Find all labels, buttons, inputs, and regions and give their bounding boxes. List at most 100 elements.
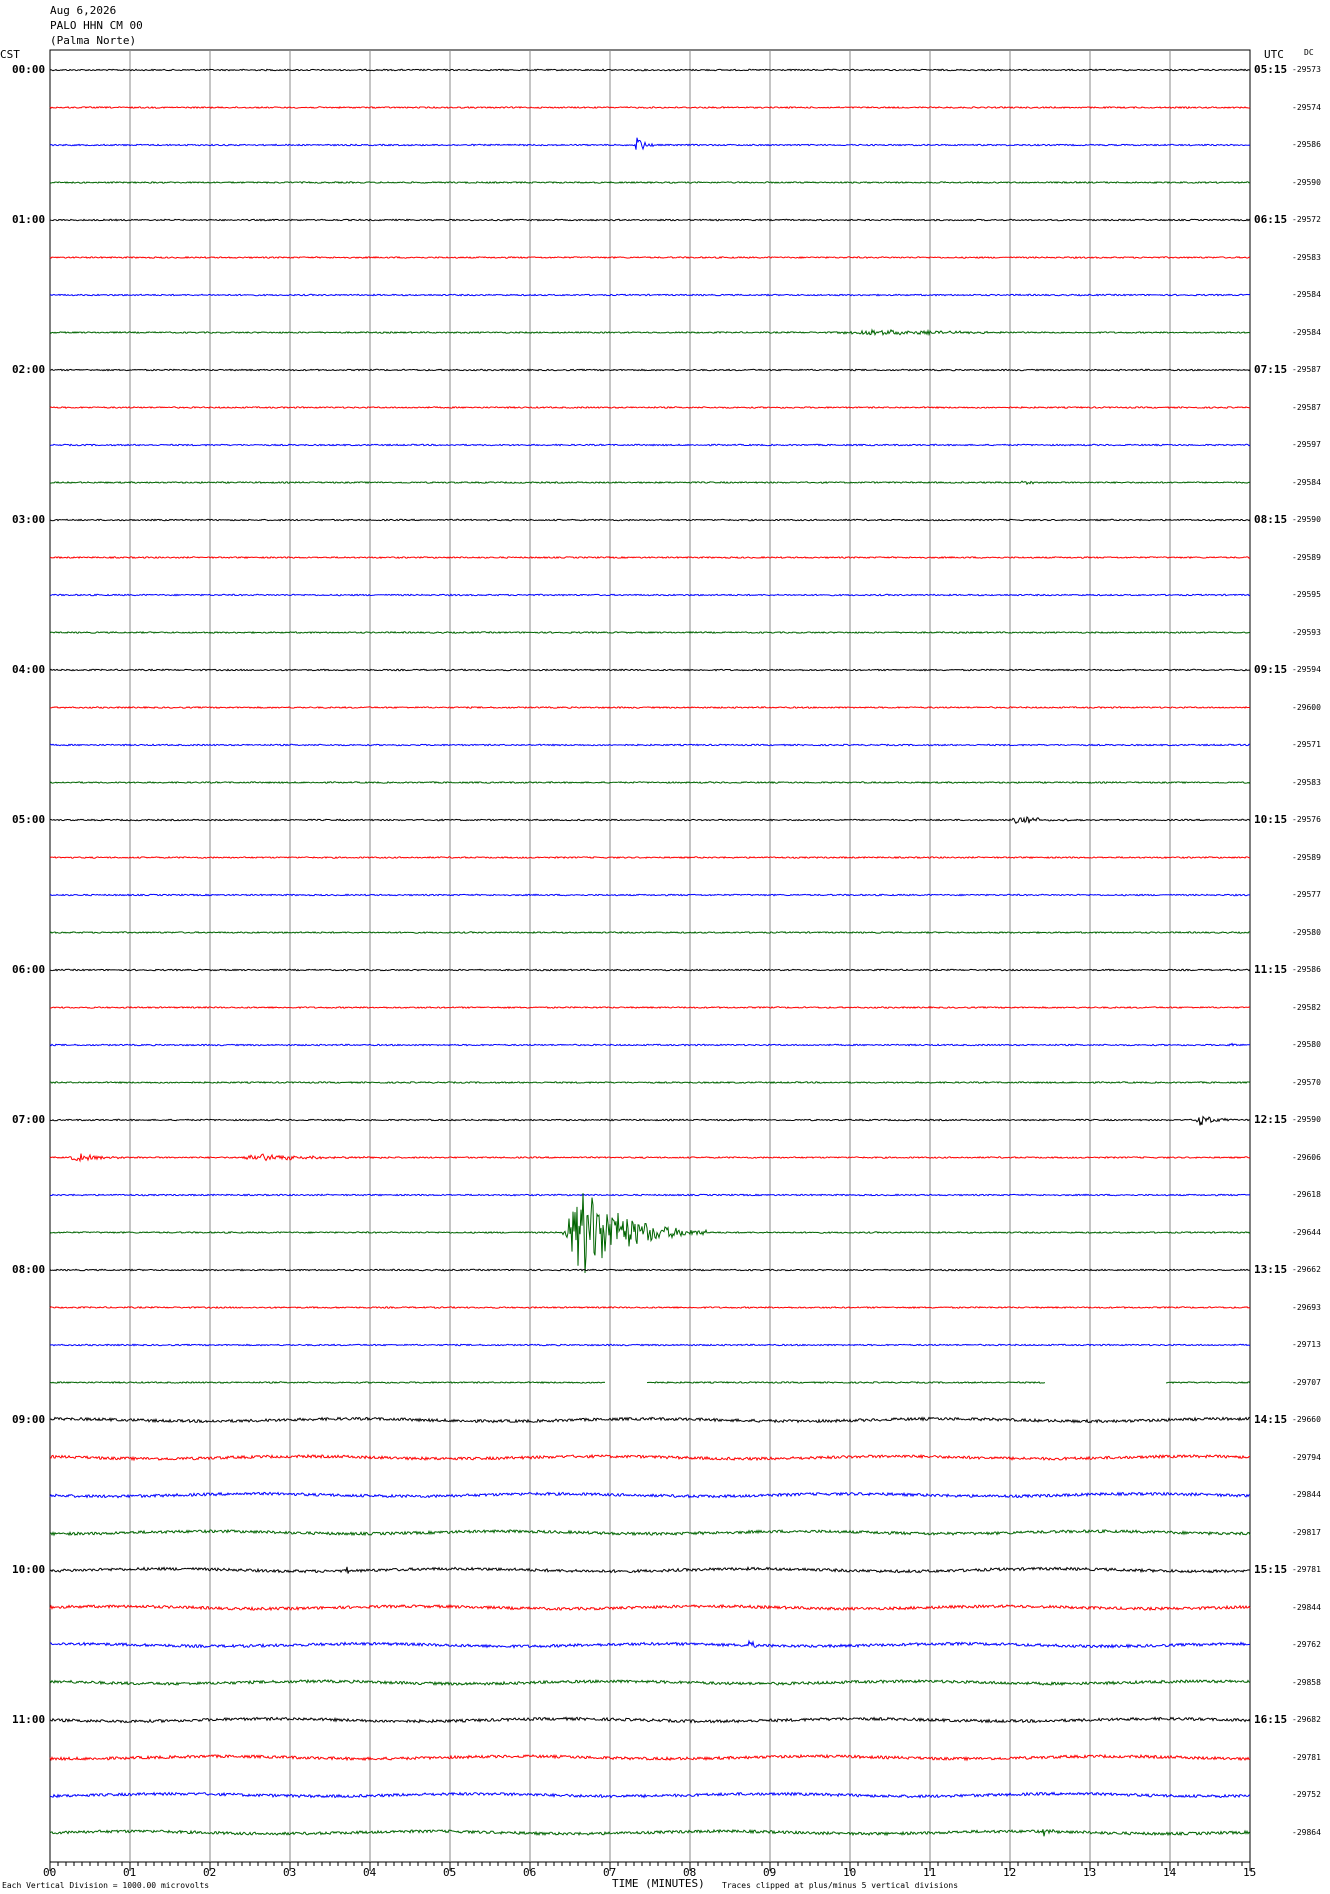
trace-line — [49, 1491, 1251, 1499]
right-hour-label: 14:15 — [1254, 1413, 1288, 1426]
right-hour-label: 10:15 — [1254, 813, 1288, 826]
helicorder-plot — [49, 49, 1251, 1871]
dc-offset-label: -29572 — [1292, 215, 1321, 224]
dc-offset-label: -29752 — [1292, 1790, 1321, 1799]
trace-line — [49, 930, 1251, 934]
dc-offset-label: -29864 — [1292, 1827, 1321, 1837]
dc-offset-label: -29577 — [1292, 890, 1321, 899]
dc-offset-label: -29693 — [1292, 1302, 1321, 1312]
right-hour-label: 13:15 — [1254, 1263, 1288, 1276]
dc-offset-label: -29594 — [1292, 665, 1321, 674]
trace-line — [49, 106, 1251, 109]
right-hour-label: 12:15 — [1254, 1113, 1288, 1126]
dc-offset-label: -29606 — [1292, 1152, 1321, 1162]
dc-offset-label: -29662 — [1292, 1265, 1321, 1274]
dc-offset-label: -29682 — [1292, 1715, 1321, 1724]
x-tick-label: 14 — [1163, 1866, 1177, 1879]
x-tick-label: 00 — [43, 1866, 57, 1879]
dc-offset-label: -29586 — [1292, 140, 1321, 149]
left-hour-label: 01:00 — [12, 213, 46, 226]
dc-offset-label: -29781 — [1292, 1752, 1321, 1762]
left-hour-label: 02:00 — [12, 363, 46, 376]
plot-frame — [49, 49, 1251, 1863]
x-tick-label: 13 — [1083, 1866, 1097, 1879]
trace-line — [49, 443, 1251, 447]
dc-offset-label: -29593 — [1292, 627, 1321, 637]
x-tick-label: 15 — [1243, 1866, 1257, 1879]
scale-note: Each Vertical Division = 1000.00 microvo… — [2, 1881, 210, 1890]
dc-offset-label: -29590 — [1292, 1115, 1321, 1124]
trace-line — [49, 405, 1251, 410]
dc-offset-label: -29644 — [1292, 1227, 1321, 1237]
trace-line — [49, 1753, 1251, 1762]
trace-line — [49, 1268, 1251, 1272]
left-hour-label: 00:00 — [12, 63, 46, 76]
trace-line — [49, 1639, 1251, 1649]
x-tick-label: 11 — [923, 1866, 937, 1879]
trace-line — [49, 1603, 1251, 1612]
trace-line — [49, 1153, 1251, 1163]
dc-offset-label: -29590 — [1292, 515, 1321, 524]
dc-offset-label: -29597 — [1292, 440, 1321, 449]
dc-offset-label: -29580 — [1292, 927, 1321, 937]
trace-line — [49, 68, 1251, 72]
trace-line — [49, 255, 1251, 260]
dc-offset-label: -29707 — [1292, 1377, 1321, 1387]
trace-line — [49, 1193, 1251, 1274]
trace-line — [49, 1416, 1251, 1424]
trace-line — [49, 780, 1251, 785]
trace-line — [49, 968, 1251, 972]
right-hour-label: 06:15 — [1254, 213, 1288, 226]
trace-line — [49, 1305, 1251, 1309]
trace-line — [49, 1453, 1251, 1462]
trace-line — [49, 668, 1251, 672]
dc-offset-label: -29582 — [1292, 1002, 1321, 1012]
dc-offset-label: -29590 — [1292, 177, 1321, 187]
trace-line — [49, 368, 1251, 372]
trace-line — [49, 328, 1251, 337]
trace-line — [49, 743, 1251, 747]
x-tick-label: 06 — [523, 1866, 537, 1879]
trace-line — [49, 1193, 1251, 1197]
trace-line — [49, 593, 1251, 597]
dc-offset-label: -29584 — [1292, 290, 1321, 299]
trace-line — [50, 706, 1251, 710]
dc-offset-label: -29573 — [1292, 65, 1321, 74]
dc-offset-label: -29600 — [1292, 702, 1321, 712]
left-hour-label: 05:00 — [12, 813, 46, 826]
trace-line — [49, 1006, 1251, 1010]
right-hour-label: 16:15 — [1254, 1713, 1288, 1726]
dc-offset-label: -29660 — [1292, 1415, 1321, 1424]
trace-line — [49, 856, 1250, 859]
trace-line — [49, 1678, 1251, 1687]
dc-offset-label: -29583 — [1292, 252, 1321, 262]
dc-offset-label: -29576 — [1292, 815, 1321, 824]
trace-line — [49, 1791, 1251, 1799]
trace-line — [49, 1343, 1251, 1347]
x-tick-label: 02 — [203, 1866, 217, 1879]
trace-line — [49, 137, 1251, 151]
dc-offset-label: -29589 — [1292, 852, 1321, 862]
dc-offset-label: -29586 — [1292, 965, 1321, 974]
right-hour-label: 05:15 — [1254, 63, 1288, 76]
dc-offset-label: -29794 — [1292, 1452, 1321, 1462]
x-tick-label: 10 — [843, 1866, 857, 1879]
dc-offset-label: -29574 — [1292, 102, 1321, 112]
left-hour-label: 03:00 — [12, 513, 46, 526]
trace-line — [49, 480, 1251, 486]
dc-offset-label: -29858 — [1292, 1677, 1321, 1687]
dc-offset-label: -29584 — [1292, 477, 1321, 487]
dc-offset-label: -29589 — [1292, 552, 1321, 562]
left-hour-label: 07:00 — [12, 1113, 46, 1126]
x-tick-label: 09 — [763, 1866, 777, 1879]
trace-line — [49, 218, 1251, 222]
dc-offset-label: -29781 — [1292, 1565, 1321, 1574]
left-hour-label: 10:00 — [12, 1563, 46, 1576]
left-hour-label: 04:00 — [12, 663, 46, 676]
dc-offset-label: -29587 — [1292, 365, 1321, 374]
dc-offset-label: -29580 — [1292, 1040, 1321, 1049]
right-hour-label: 11:15 — [1254, 963, 1288, 976]
dc-offset-label: -29584 — [1292, 327, 1321, 337]
left-hour-label: 09:00 — [12, 1413, 46, 1426]
trace-line — [49, 1115, 1251, 1126]
